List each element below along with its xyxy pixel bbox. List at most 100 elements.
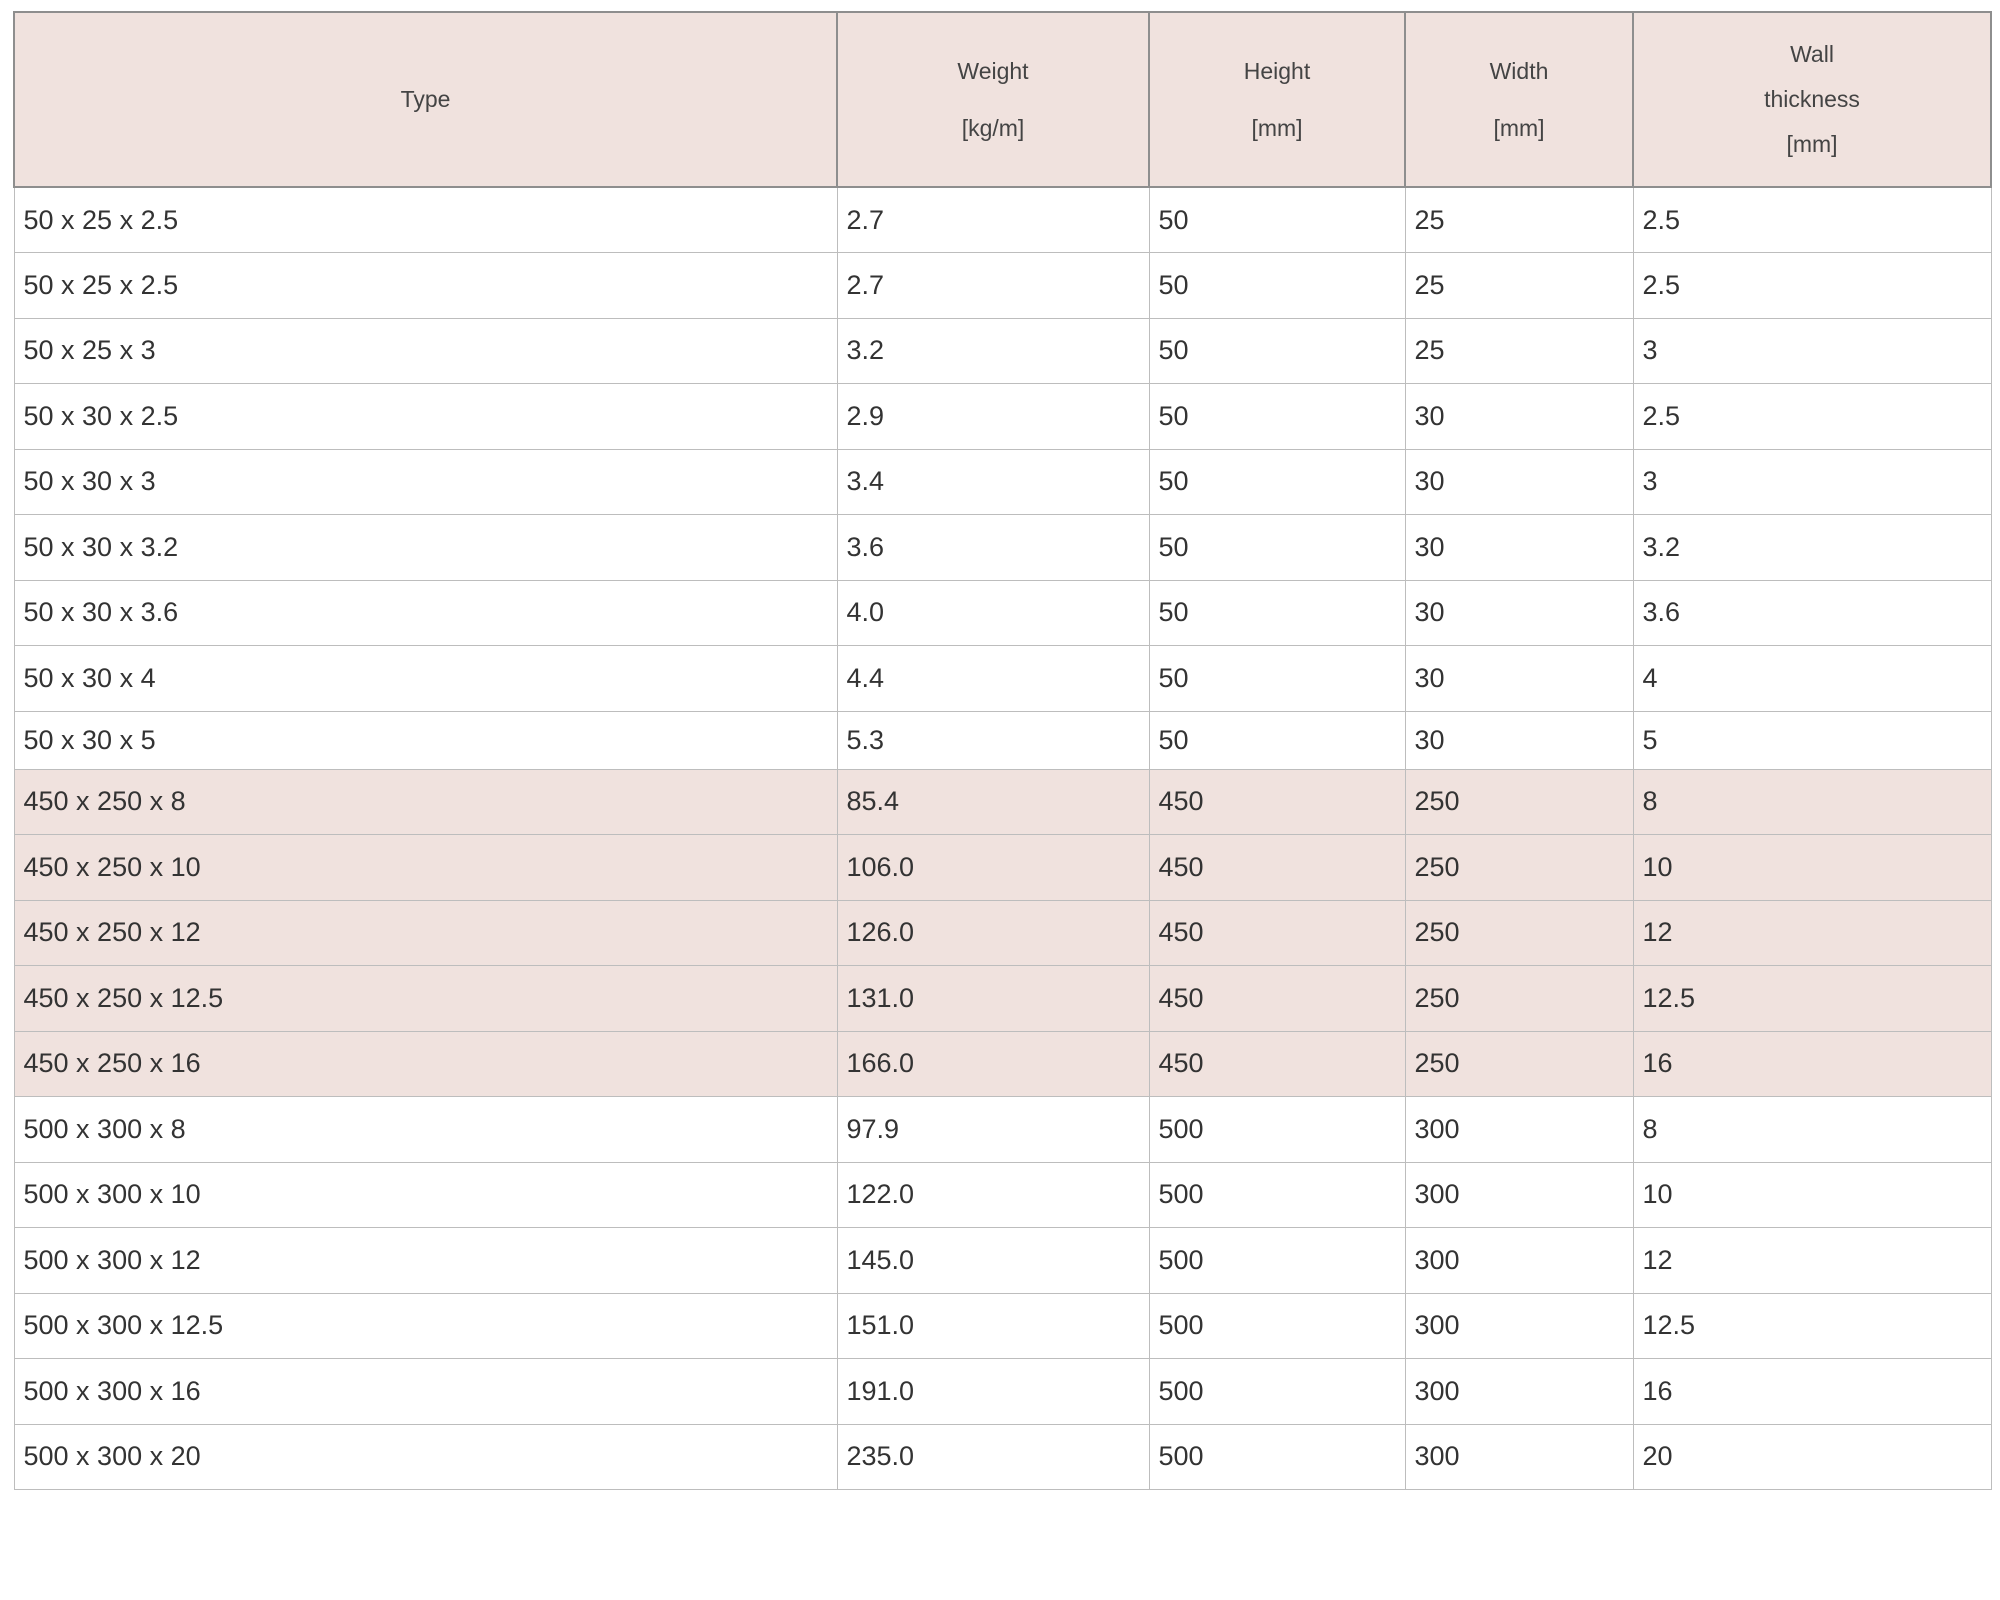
cell-type: 50 x 30 x 3.2	[13, 514, 838, 581]
cell-height: 50	[1148, 186, 1406, 253]
cell-wall-thickness: 16	[1632, 1030, 1992, 1097]
table-row: 50 x 30 x 2.5 2.9 50 30 2.5	[13, 383, 1992, 450]
cell-wall-thickness: 8	[1632, 1096, 1992, 1163]
cell-width: 300	[1404, 1358, 1634, 1425]
cell-weight: 3.2	[836, 317, 1150, 384]
cell-weight: 2.9	[836, 383, 1150, 450]
cell-width: 300	[1404, 1161, 1634, 1228]
cell-height: 500	[1148, 1161, 1406, 1228]
header-line: Height	[1243, 57, 1311, 84]
cell-type: 500 x 300 x 8	[13, 1096, 838, 1163]
table-row: 450 x 250 x 10 106.0 450 250 10	[13, 834, 1992, 901]
cell-wall-thickness: 4	[1632, 645, 1992, 712]
cell-type: 500 x 300 x 16	[13, 1358, 838, 1425]
cell-type: 500 x 300 x 12	[13, 1227, 838, 1294]
header-height: Height [mm]	[1148, 11, 1406, 188]
cell-height: 450	[1148, 965, 1406, 1032]
header-line: [mm]	[1493, 114, 1545, 141]
profile-table-container: Type Weight [kg/m] Height [mm] Width [mm] W…	[13, 11, 1992, 1490]
cell-width: 300	[1404, 1096, 1634, 1163]
cell-weight: 85.4	[836, 768, 1150, 835]
cell-weight: 3.6	[836, 514, 1150, 581]
cell-weight: 166.0	[836, 1030, 1150, 1097]
header-line: Wall	[1790, 41, 1834, 67]
cell-weight: 97.9	[836, 1096, 1150, 1163]
cell-weight: 126.0	[836, 899, 1150, 966]
table-header: Type Weight [kg/m] Height [mm] Width [mm] W…	[13, 11, 1992, 188]
cell-height: 50	[1148, 645, 1406, 712]
cell-wall-thickness: 12	[1632, 899, 1992, 966]
cell-height: 450	[1148, 899, 1406, 966]
cell-height: 50	[1148, 514, 1406, 581]
cell-weight: 5.3	[836, 710, 1150, 770]
cell-wall-thickness: 12.5	[1632, 965, 1992, 1032]
cell-height: 50	[1148, 448, 1406, 515]
table-row: 450 x 250 x 8 85.4 450 250 8	[13, 768, 1992, 835]
cell-type: 50 x 30 x 4	[13, 645, 838, 712]
table-row: 50 x 30 x 3.2 3.6 50 30 3.2	[13, 514, 1992, 581]
table-row: 50 x 30 x 5 5.3 50 30 5	[13, 710, 1992, 770]
cell-wall-thickness: 20	[1632, 1423, 1992, 1490]
header-row: Type Weight [kg/m] Height [mm] Width [mm] W…	[13, 11, 1992, 188]
cell-weight: 2.7	[836, 186, 1150, 253]
cell-width: 30	[1404, 383, 1634, 450]
cell-weight: 3.4	[836, 448, 1150, 515]
table-row: 50 x 30 x 3.6 4.0 50 30 3.6	[13, 579, 1992, 646]
cell-width: 300	[1404, 1423, 1634, 1490]
cell-weight: 106.0	[836, 834, 1150, 901]
cell-wall-thickness: 10	[1632, 834, 1992, 901]
cell-width: 250	[1404, 899, 1634, 966]
cell-type: 450 x 250 x 12	[13, 899, 838, 966]
row-group-plain: 500 x 300 x 8 97.9 500 300 8 500 x 300 x 10 12…	[13, 1096, 1992, 1490]
header-width: Width [mm]	[1404, 11, 1634, 188]
cell-width: 25	[1404, 317, 1634, 384]
table-row: 500 x 300 x 12 145.0 500 300 12	[13, 1227, 1992, 1294]
cell-width: 30	[1404, 710, 1634, 770]
cell-weight: 235.0	[836, 1423, 1150, 1490]
table-row: 500 x 300 x 10 122.0 500 300 10	[13, 1161, 1992, 1228]
cell-width: 250	[1404, 834, 1634, 901]
table-row: 500 x 300 x 16 191.0 500 300 16	[13, 1358, 1992, 1425]
header-line: [mm]	[1251, 114, 1303, 141]
cell-height: 500	[1148, 1227, 1406, 1294]
cell-wall-thickness: 8	[1632, 768, 1992, 835]
header-line: Width	[1489, 57, 1549, 84]
cell-type: 450 x 250 x 12.5	[13, 965, 838, 1032]
cell-wall-thickness: 3.6	[1632, 579, 1992, 646]
cell-type: 50 x 25 x 3	[13, 317, 838, 384]
row-group-plain: 50 x 25 x 2.5 2.7 50 25 2.5 50 x 25 x 2.5 2.7 5…	[13, 186, 1992, 770]
cell-height: 450	[1148, 768, 1406, 835]
cell-width: 250	[1404, 965, 1634, 1032]
header-line: Type	[400, 86, 451, 112]
cell-weight: 4.0	[836, 579, 1150, 646]
cell-width: 30	[1404, 645, 1634, 712]
cell-type: 50 x 30 x 3.6	[13, 579, 838, 646]
cell-height: 50	[1148, 252, 1406, 319]
cell-type: 50 x 30 x 2.5	[13, 383, 838, 450]
cell-width: 30	[1404, 579, 1634, 646]
header-weight: Weight [kg/m]	[836, 11, 1150, 188]
cell-wall-thickness: 2.5	[1632, 186, 1992, 253]
cell-weight: 191.0	[836, 1358, 1150, 1425]
cell-height: 500	[1148, 1423, 1406, 1490]
cell-wall-thickness: 12.5	[1632, 1292, 1992, 1359]
cell-height: 500	[1148, 1358, 1406, 1425]
table-row: 450 x 250 x 12 126.0 450 250 12	[13, 899, 1992, 966]
cell-type: 50 x 25 x 2.5	[13, 186, 838, 253]
cell-type: 500 x 300 x 12.5	[13, 1292, 838, 1359]
cell-height: 50	[1148, 710, 1406, 770]
cell-wall-thickness: 2.5	[1632, 383, 1992, 450]
header-line: Weight	[957, 57, 1029, 84]
cell-width: 30	[1404, 448, 1634, 515]
cell-wall-thickness: 3	[1632, 448, 1992, 515]
cell-height: 500	[1148, 1292, 1406, 1359]
cell-type: 500 x 300 x 20	[13, 1423, 838, 1490]
cell-wall-thickness: 3.2	[1632, 514, 1992, 581]
table-row: 500 x 300 x 12.5 151.0 500 300 12.5	[13, 1292, 1992, 1359]
table-row: 50 x 30 x 3 3.4 50 30 3	[13, 448, 1992, 515]
table-row: 50 x 25 x 2.5 2.7 50 25 2.5	[13, 252, 1992, 319]
cell-height: 50	[1148, 579, 1406, 646]
cell-type: 500 x 300 x 10	[13, 1161, 838, 1228]
table-row: 50 x 30 x 4 4.4 50 30 4	[13, 645, 1992, 712]
cell-width: 30	[1404, 514, 1634, 581]
